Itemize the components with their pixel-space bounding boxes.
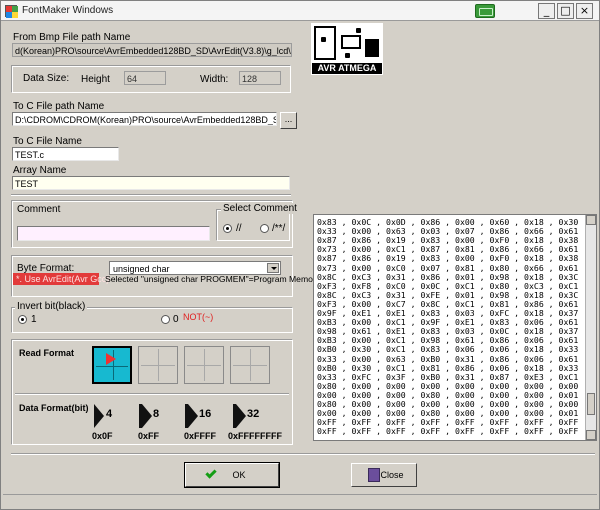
hex-line: 0xFF , 0xFF , 0xFF , 0xFF , 0xFF , 0xFF … [317,426,579,437]
tray-icon[interactable] [475,4,495,18]
data-format-8bit-icon[interactable]: 8 [139,404,167,430]
data-format-4bit-icon[interactable]: 4 [94,404,122,430]
logo-dot [356,28,361,33]
scroll-down-icon[interactable] [586,430,596,440]
title-bar[interactable]: FontMaker Windows _ □ × [1,1,599,21]
data-format-4bit-hex: 0x0F [92,431,113,441]
read-format-option-3[interactable] [184,346,224,384]
close-window-button[interactable]: × [576,3,593,19]
bmp-path-label: From Bmp File path Name [13,32,131,43]
comment-block-label: /**/ [272,223,286,234]
width-value: 128 [239,71,281,85]
data-format-8bit-num: 8 [153,408,160,420]
logo-block-outline [341,35,361,49]
divider [11,194,291,195]
grid-line [250,349,251,381]
logo-chip-outline [314,26,336,60]
data-format-32bit-icon[interactable]: 32 [233,404,261,430]
invert-zero-radio[interactable] [161,315,170,324]
data-format-32bit-num: 32 [247,408,260,420]
comment-slash-label: // [236,223,242,234]
progmem-note: Selected "unsigned char PROGMEM"=Program… [105,274,321,284]
c-file-path-field[interactable]: D:\CDROM\CDROM(Korean)PRO\source\AvrEmbe… [12,112,277,126]
fontmaker-window: FontMaker Windows _ □ × From Bmp File pa… [0,0,600,510]
byte-format-value: unsigned char [113,264,170,274]
grid-line [158,349,159,381]
array-name-field[interactable]: TEST [12,176,290,190]
read-format-label: Read Format [19,348,75,358]
ok-button[interactable]: OK [184,462,280,488]
logo-block-filled [365,39,379,57]
height-value: 64 [124,71,166,85]
c-file-name-field[interactable]: TEST.c [12,147,119,161]
wedge-shape [94,404,104,428]
data-size-label: Data Size: [23,73,70,84]
comment-field[interactable] [17,226,210,241]
door-icon [368,468,380,482]
read-format-option-4[interactable] [230,346,270,384]
wedge-shape [188,404,198,428]
scroll-up-icon[interactable] [586,215,596,225]
scroll-thumb[interactable] [587,393,595,415]
comment-block-radio[interactable] [260,224,269,233]
data-format-32bit-hex: 0xFFFFFFFF [228,431,282,441]
chevron-down-icon[interactable] [267,263,279,273]
gcc-note: *. Use AvrEdit(Avr Gcc) [13,273,109,285]
data-format-4bit-num: 4 [106,408,113,420]
c-file-path-label: To C File path Name [13,101,105,112]
read-format-option-2[interactable] [138,346,178,384]
data-format-16bit-hex: 0xFFFF [184,431,217,441]
not-label: NOT(~) [183,312,214,322]
wedge-shape [142,404,152,428]
comment-slash-radio[interactable] [223,224,232,233]
maximize-button[interactable]: □ [557,3,574,19]
hex-scrollbar[interactable] [585,215,596,440]
close-button-label: Close [380,470,404,480]
height-label: Height [81,74,110,85]
invert-one-label: 1 [31,314,37,325]
avr-logo: AVR ATMEGA [311,23,383,75]
grid-line [96,366,128,367]
logo-dot [321,37,326,42]
play-icon [106,353,116,365]
data-format-16bit-num: 16 [199,408,212,420]
read-format-option-1[interactable] [92,346,132,384]
hex-output-pane[interactable]: 0x83 , 0x0C , 0x0D , 0x86 , 0x00 , 0x60 … [313,214,597,441]
data-format-16bit-icon[interactable]: 16 [185,404,213,430]
invert-bit-label: Invert bit(black) [15,301,88,312]
browse-button[interactable]: ... [280,112,297,129]
array-name-label: Array Name [13,165,67,176]
app-icon [5,5,18,18]
data-format-label: Data Format(bit) [19,403,89,413]
comment-label: Comment [17,204,61,215]
close-button[interactable]: Close [351,463,417,487]
logo-dot [345,53,350,58]
grid-line [204,349,205,381]
wedge-shape [236,404,246,428]
c-file-name-label: To C File Name [13,136,82,147]
minimize-button[interactable]: _ [538,3,555,19]
divider [15,393,289,394]
logo-text: AVR ATMEGA [312,63,382,74]
bmp-path-field[interactable]: d(Korean)PRO\source\AvrEmbedded128BD_SD\… [12,43,292,57]
window-title: FontMaker Windows [22,5,114,16]
data-format-8bit-hex: 0xFF [138,431,160,441]
checkmark-icon [205,467,217,479]
status-bar [3,494,597,508]
divider [11,453,595,454]
select-comment-label: Select Comment [221,203,299,214]
byte-format-select[interactable]: unsigned char [109,261,281,275]
invert-zero-label: 0 [173,314,179,325]
width-label: Width: [200,74,229,85]
invert-one-radio[interactable] [18,315,27,324]
ok-button-label: OK [232,470,246,480]
